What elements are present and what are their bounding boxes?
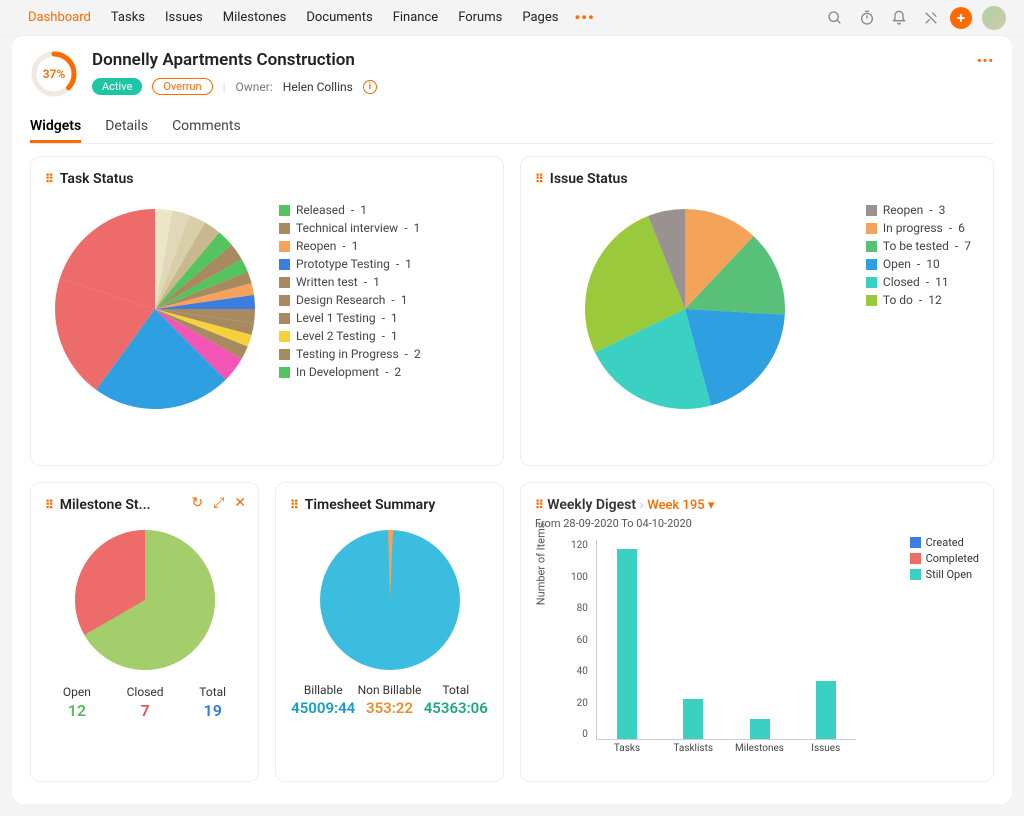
total-value: 45363:06 bbox=[424, 699, 488, 717]
project-title: Donnelly Apartments Construction bbox=[92, 50, 377, 70]
billable-label: Billable bbox=[291, 683, 355, 697]
weekly-date-range: From 28-09-2020 To 04-10-2020 bbox=[535, 517, 979, 530]
widget-title: Milestone St... bbox=[60, 497, 151, 513]
widget-grid: ⠿ Task Status bbox=[30, 156, 994, 782]
status-badge-overrun: Overrun bbox=[152, 78, 212, 95]
closed-label: Closed bbox=[127, 685, 164, 699]
open-label: Open bbox=[63, 685, 91, 699]
widget-title: Issue Status bbox=[550, 171, 628, 187]
refresh-icon[interactable]: ↻ bbox=[191, 495, 203, 511]
widget-weekly-digest: ⠿ Weekly Digest › Week 195 ▾ From 28-09-… bbox=[520, 482, 994, 782]
bell-icon[interactable] bbox=[886, 5, 912, 31]
drag-handle-icon[interactable]: ⠿ bbox=[45, 172, 54, 186]
widget-title: Task Status bbox=[60, 171, 134, 187]
info-icon[interactable]: i bbox=[363, 80, 377, 94]
widget-issue-status: ⠿ Issue Status Reopen - 3 In progress - 6… bbox=[520, 156, 994, 466]
user-avatar[interactable] bbox=[982, 6, 1006, 30]
drag-handle-icon[interactable]: ⠿ bbox=[45, 498, 54, 512]
progress-percent: 37% bbox=[30, 50, 78, 98]
task-status-legend: Released - 1 Technical interview - 1 Reo… bbox=[279, 199, 421, 383]
drag-handle-icon[interactable]: ⠿ bbox=[290, 498, 299, 512]
nav-tab-finance[interactable]: Finance bbox=[383, 0, 448, 36]
nav-tab-milestones[interactable]: Milestones bbox=[213, 0, 297, 36]
nonbillable-value: 353:22 bbox=[358, 699, 422, 717]
expand-icon[interactable]: ⤢ bbox=[213, 495, 224, 511]
project-subtabs: Widgets Details Comments bbox=[30, 112, 994, 144]
widget-title: Timesheet Summary bbox=[305, 497, 436, 513]
widget-task-status: ⠿ Task Status bbox=[30, 156, 504, 466]
weekly-digest-legend: Created Completed Still Open bbox=[910, 533, 979, 584]
project-header: 37% Donnelly Apartments Construction Act… bbox=[30, 50, 994, 98]
nav-tab-issues[interactable]: Issues bbox=[155, 0, 213, 36]
page-container: 37% Donnelly Apartments Construction Act… bbox=[12, 36, 1012, 804]
total-label: Total bbox=[424, 683, 488, 697]
billable-value: 45009:44 bbox=[291, 699, 355, 717]
nonbillable-label: Non Billable bbox=[358, 683, 422, 697]
task-status-pie-chart bbox=[45, 199, 265, 419]
search-icon[interactable] bbox=[822, 5, 848, 31]
tools-icon[interactable] bbox=[918, 5, 944, 31]
divider: | bbox=[223, 80, 226, 94]
closed-value: 7 bbox=[127, 701, 164, 720]
drag-handle-icon[interactable]: ⠿ bbox=[535, 498, 544, 512]
issue-status-pie-chart bbox=[575, 199, 795, 419]
nav-tab-documents[interactable]: Documents bbox=[296, 0, 382, 36]
y-axis-label: Number of Items bbox=[535, 523, 548, 606]
project-more-icon[interactable]: ••• bbox=[977, 50, 994, 69]
nav-tab-tasks[interactable]: Tasks bbox=[101, 0, 155, 36]
owner-label: Owner: bbox=[236, 80, 273, 94]
status-badge-active: Active bbox=[92, 78, 142, 95]
nav-tab-pages[interactable]: Pages bbox=[512, 0, 568, 36]
nav-more-icon[interactable]: ••• bbox=[568, 8, 600, 27]
milestone-pie-chart bbox=[70, 525, 220, 675]
owner-name: Helen Collins bbox=[283, 80, 353, 94]
add-button[interactable]: + bbox=[950, 7, 972, 29]
widget-timesheet-summary: ⠿ Timesheet Summary Billable 45009:44 Non … bbox=[275, 482, 504, 782]
timer-icon[interactable] bbox=[854, 5, 880, 31]
drag-handle-icon[interactable]: ⠿ bbox=[535, 172, 544, 186]
widget-milestone-status: ⠿ Milestone St... ↻ ⤢ ✕ Open 12 Closed 7 To… bbox=[30, 482, 259, 782]
timesheet-pie-chart bbox=[315, 525, 465, 675]
total-value: 19 bbox=[199, 701, 226, 720]
open-value: 12 bbox=[63, 701, 91, 720]
subtab-comments[interactable]: Comments bbox=[172, 112, 241, 143]
close-icon[interactable]: ✕ bbox=[234, 495, 246, 511]
top-navigation: Dashboard Tasks Issues Milestones Docume… bbox=[0, 0, 1024, 36]
nav-tab-forums[interactable]: Forums bbox=[448, 0, 512, 36]
issue-status-legend: Reopen - 3 In progress - 6 To be tested … bbox=[866, 199, 971, 311]
total-label: Total bbox=[199, 685, 226, 699]
progress-ring: 37% bbox=[30, 50, 78, 98]
subtab-widgets[interactable]: Widgets bbox=[30, 112, 81, 143]
subtab-details[interactable]: Details bbox=[105, 112, 148, 143]
week-selector[interactable]: Week 195 ▾ bbox=[647, 498, 714, 513]
widget-title: Weekly Digest bbox=[547, 497, 636, 513]
nav-tab-dashboard[interactable]: Dashboard bbox=[18, 0, 101, 36]
